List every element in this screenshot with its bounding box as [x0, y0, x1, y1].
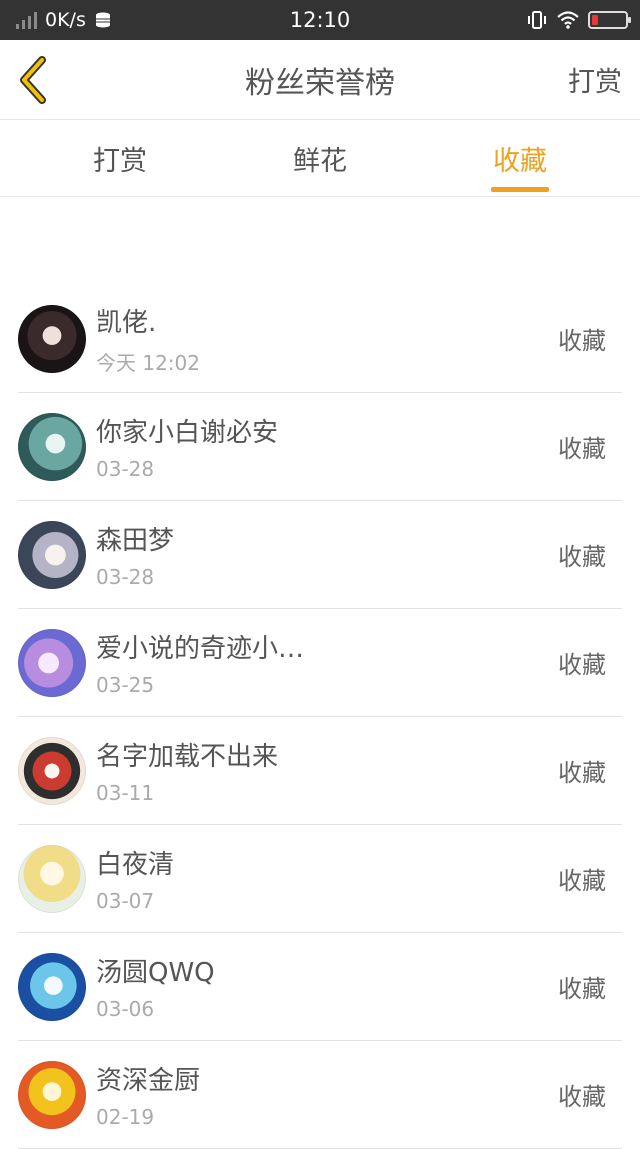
fan-name: 汤圆QWQ: [96, 958, 215, 988]
page-title: 粉丝荣誉榜: [245, 65, 395, 101]
fan-name: 白夜清: [96, 850, 175, 880]
list-item[interactable]: 汤圆QWQ 03-06 收藏: [18, 933, 622, 1041]
tab-favorites[interactable]: 收藏: [445, 120, 595, 196]
action-label: 收藏: [558, 759, 606, 787]
signal-icon: [16, 11, 37, 29]
action-label: 收藏: [558, 975, 606, 1003]
tab-flowers[interactable]: 鲜花: [245, 120, 395, 196]
chevron-left-icon: [20, 55, 46, 104]
fan-date: 今天 12:02: [96, 350, 200, 375]
action-label: 收藏: [558, 327, 606, 355]
fan-date: 03-28: [96, 565, 155, 589]
list-item[interactable]: 你家小白谢必安 03-28 收藏: [18, 393, 622, 501]
avatar: [18, 736, 86, 805]
wifi-icon: [557, 11, 579, 29]
fan-name: 名字加载不出来: [96, 742, 279, 772]
reward-button[interactable]: 打赏: [568, 60, 622, 99]
list-item[interactable]: 白夜清 03-07 收藏: [18, 825, 622, 933]
avatar: [18, 1060, 86, 1129]
fan-date: 03-25: [96, 673, 155, 697]
list-item[interactable]: 资深金厨 02-19 收藏: [18, 1041, 622, 1149]
vibrate-icon: [528, 11, 546, 29]
status-left: 0K/s: [16, 9, 112, 31]
fan-date: 02-19: [96, 1105, 155, 1129]
avatar: [18, 520, 86, 589]
database-icon: [95, 12, 110, 28]
fan-name: 森田梦: [96, 526, 175, 556]
fan-date: 03-06: [96, 997, 155, 1021]
status-right: [526, 10, 631, 30]
action-label: 收藏: [558, 651, 606, 679]
fan-name: 凯佬.: [96, 307, 157, 338]
action-label: 收藏: [558, 543, 606, 571]
network-speed: 0K/s: [45, 9, 86, 31]
action-label: 收藏: [558, 435, 606, 463]
list-item[interactable]: 凯佬. 今天 12:02 收藏: [18, 285, 622, 393]
action-label: 收藏: [558, 867, 606, 895]
avatar: [18, 628, 86, 697]
list-item[interactable]: 名字加载不出来 03-11 收藏: [18, 717, 622, 825]
fan-list: 凯佬. 今天 12:02 收藏 你家小白谢必安 03-28 收藏 森田梦 03-28 …: [0, 285, 640, 1149]
fan-name: 爱小说的奇迹小…: [96, 634, 305, 664]
status-bar: 0K/s 12:10: [0, 0, 640, 40]
tab-bar: 打赏 鲜花 收藏: [0, 120, 640, 197]
fan-date: 03-28: [96, 457, 155, 481]
list-item[interactable]: 爱小说的奇迹小… 03-25 收藏: [18, 609, 622, 717]
avatar: [18, 304, 86, 373]
avatar: [18, 844, 86, 913]
fan-name: 你家小白谢必安: [96, 418, 279, 448]
avatar: [18, 952, 86, 1021]
fan-date: 03-07: [96, 889, 155, 913]
list-item[interactable]: 森田梦 03-28 收藏: [18, 501, 622, 609]
action-label: 收藏: [558, 1083, 606, 1111]
fan-name: 资深金厨: [96, 1066, 201, 1096]
header: 粉丝荣誉榜 打赏: [0, 40, 640, 120]
back-button[interactable]: [18, 55, 58, 105]
battery-low-icon: [588, 11, 631, 29]
tab-reward[interactable]: 打赏: [45, 120, 195, 196]
fan-date: 03-11: [96, 781, 155, 805]
avatar: [18, 412, 86, 481]
